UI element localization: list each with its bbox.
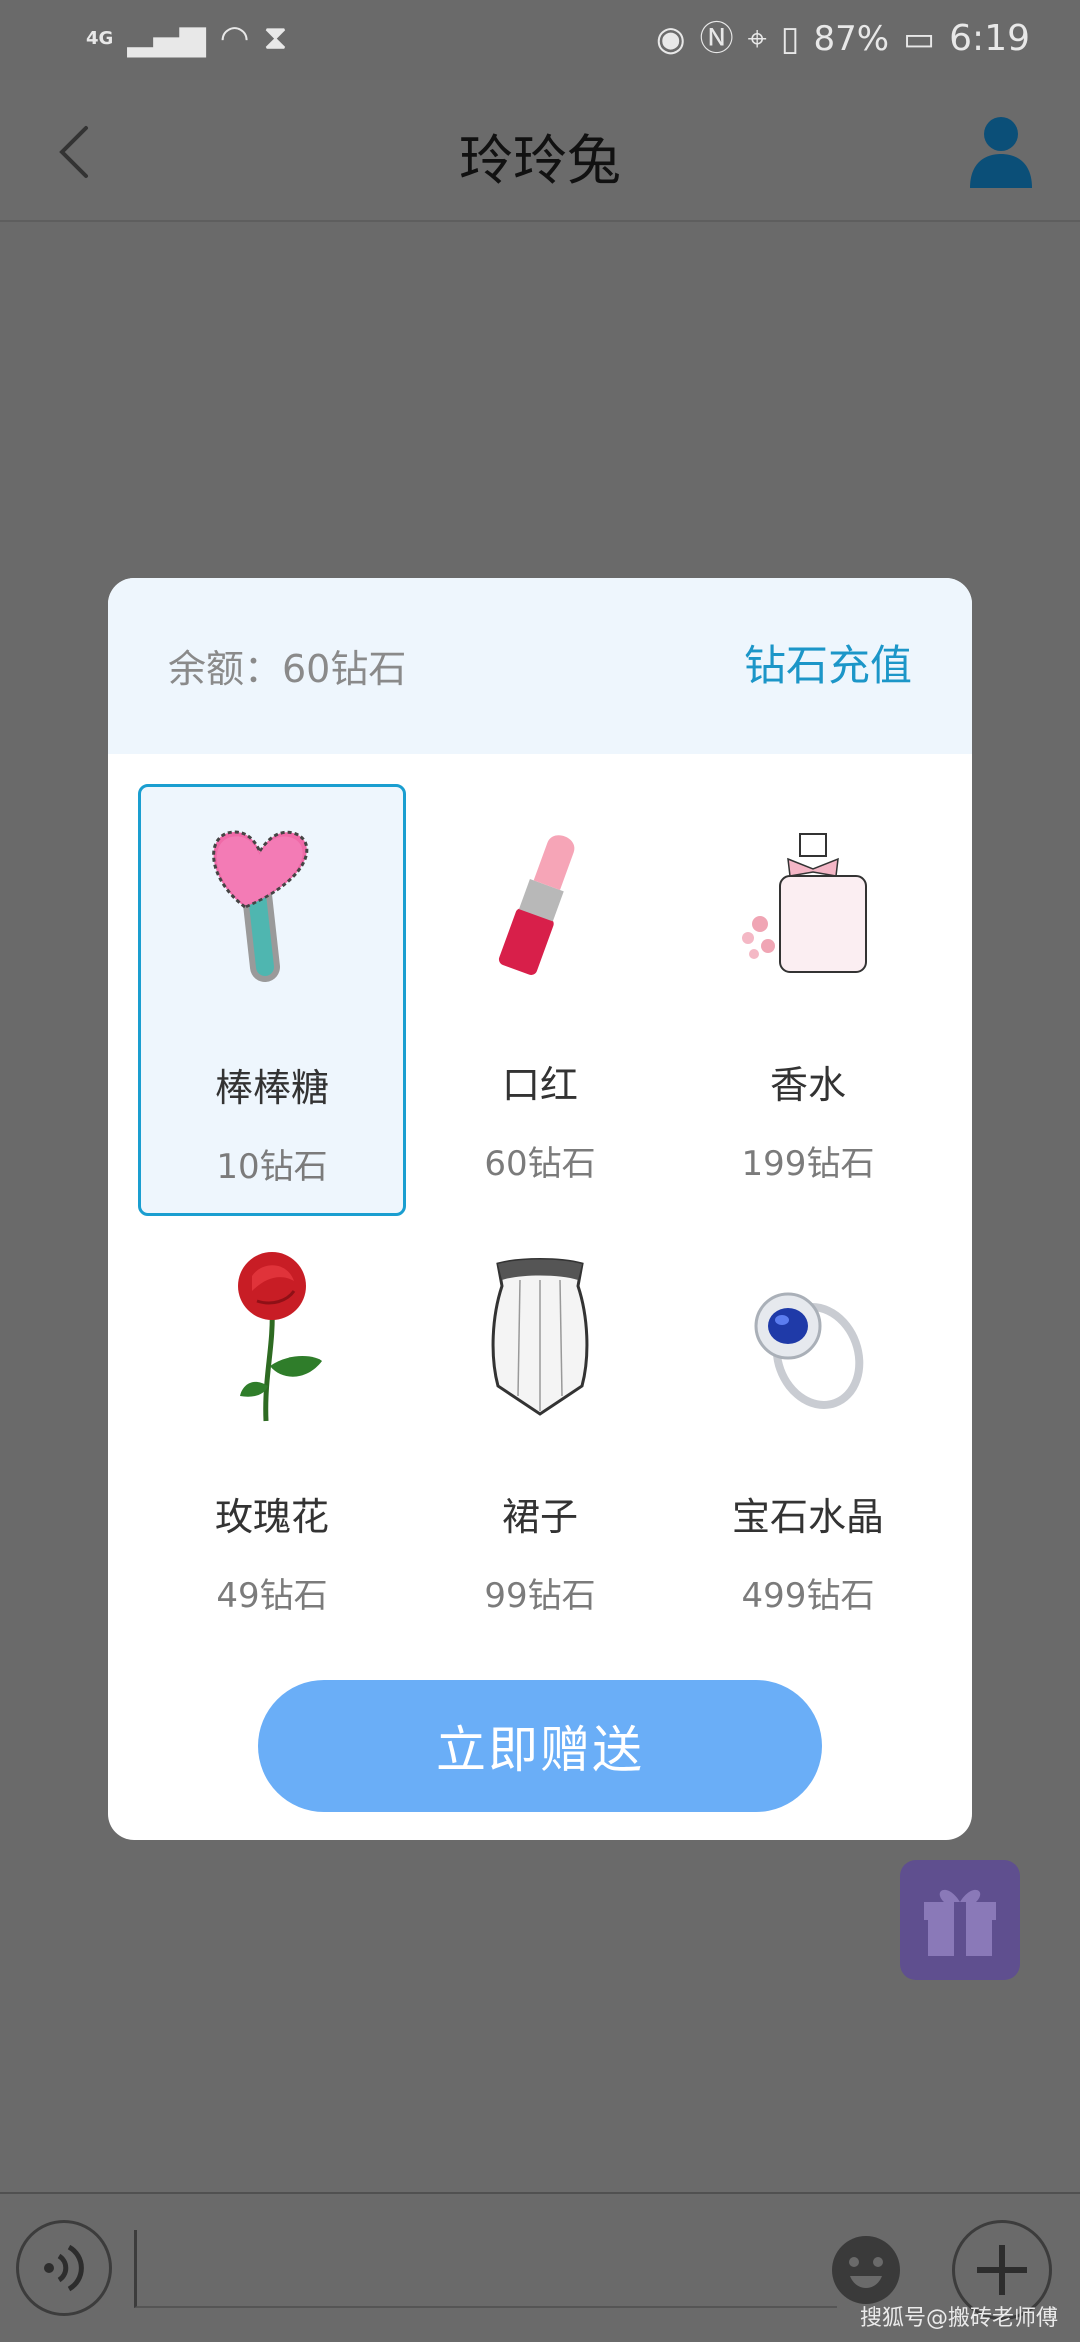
location-icon: ⌖ xyxy=(747,18,767,59)
user-profile-icon[interactable] xyxy=(966,110,1036,190)
gift-item-dress[interactable]: 裙子 99钻石 xyxy=(406,1216,674,1648)
voice-wave-icon xyxy=(44,2244,84,2292)
balance-label: 余额：60钻石 xyxy=(168,647,407,691)
gift-price: 99钻石 xyxy=(484,1576,596,1616)
send-gift-button[interactable]: 立即赠送 xyxy=(258,1680,822,1812)
chat-header: 玲玲兔 xyxy=(0,80,1080,222)
gift-box-icon xyxy=(924,1889,996,1956)
lollipop-icon xyxy=(212,830,309,982)
gift-price: 10钻石 xyxy=(216,1147,328,1187)
gift-name: 玫瑰花 xyxy=(214,1495,329,1539)
gift-name: 棒棒糖 xyxy=(214,1066,329,1110)
gift-grid: 棒棒糖 10钻石 口红 60钻石 香水 199钻石 玫瑰花 49钻石 裙子 99… xyxy=(138,784,942,1648)
wifi-icon: ◠ xyxy=(219,18,250,58)
voice-input-button[interactable] xyxy=(16,2220,112,2316)
battery-percent: 87% xyxy=(813,18,890,59)
gift-item-lollipop[interactable]: 棒棒糖 10钻石 xyxy=(138,784,406,1216)
perfume-icon xyxy=(742,833,867,973)
chat-input-bar: 搜狐号@搬砖老师傅 xyxy=(0,2192,1080,2342)
gift-price: 60钻石 xyxy=(484,1144,596,1184)
gift-price: 499钻石 xyxy=(741,1576,875,1616)
gift-price: 49钻石 xyxy=(216,1576,328,1616)
vibrate-icon: ▯ xyxy=(780,18,800,59)
signal-icon: ▂▄▆ xyxy=(127,18,206,58)
emoji-icon[interactable] xyxy=(826,2230,906,2310)
gift-name: 宝石水晶 xyxy=(731,1495,884,1539)
gift-dialog: 余额：60钻石 钻石充值 棒棒糖 10钻石 口红 60钻石 香水 199钻石 玫… xyxy=(108,578,972,1840)
page-title: 玲玲兔 xyxy=(459,129,621,192)
gift-item-lipstick[interactable]: 口红 60钻石 xyxy=(406,784,674,1216)
eye-icon: ◉ xyxy=(655,18,686,59)
status-bar: 4G ▂▄▆ ◠ ⧗ ◉ Ⓝ ⌖ ▯ 87% ▭ 6:19 xyxy=(0,0,1080,80)
gift-button[interactable] xyxy=(900,1860,1020,1980)
message-input[interactable] xyxy=(134,2230,837,2308)
battery-icon: ▭ xyxy=(903,18,936,59)
gem-ring-icon xyxy=(754,1292,864,1409)
gift-name: 口红 xyxy=(501,1063,578,1107)
gift-price: 199钻石 xyxy=(741,1144,875,1184)
nfc-icon: Ⓝ xyxy=(699,18,734,59)
network-type: 4G xyxy=(86,27,114,49)
gift-item-gem-ring[interactable]: 宝石水晶 499钻石 xyxy=(674,1216,942,1648)
rose-icon xyxy=(238,1252,322,1422)
hourglass-icon: ⧗ xyxy=(263,18,288,58)
clock: 6:19 xyxy=(949,18,1030,59)
gift-name: 香水 xyxy=(769,1063,846,1107)
watermark: 搜狐号@搬砖老师傅 xyxy=(859,2306,1058,2331)
dialog-header: 余额：60钻石 钻石充值 xyxy=(108,578,972,754)
gift-item-perfume[interactable]: 香水 199钻石 xyxy=(674,784,942,1216)
gift-name: 裙子 xyxy=(501,1495,578,1539)
gift-item-rose[interactable]: 玫瑰花 49钻石 xyxy=(138,1216,406,1648)
dress-icon xyxy=(491,1258,589,1416)
recharge-link[interactable]: 钻石充值 xyxy=(744,632,912,693)
lipstick-icon xyxy=(498,835,575,975)
